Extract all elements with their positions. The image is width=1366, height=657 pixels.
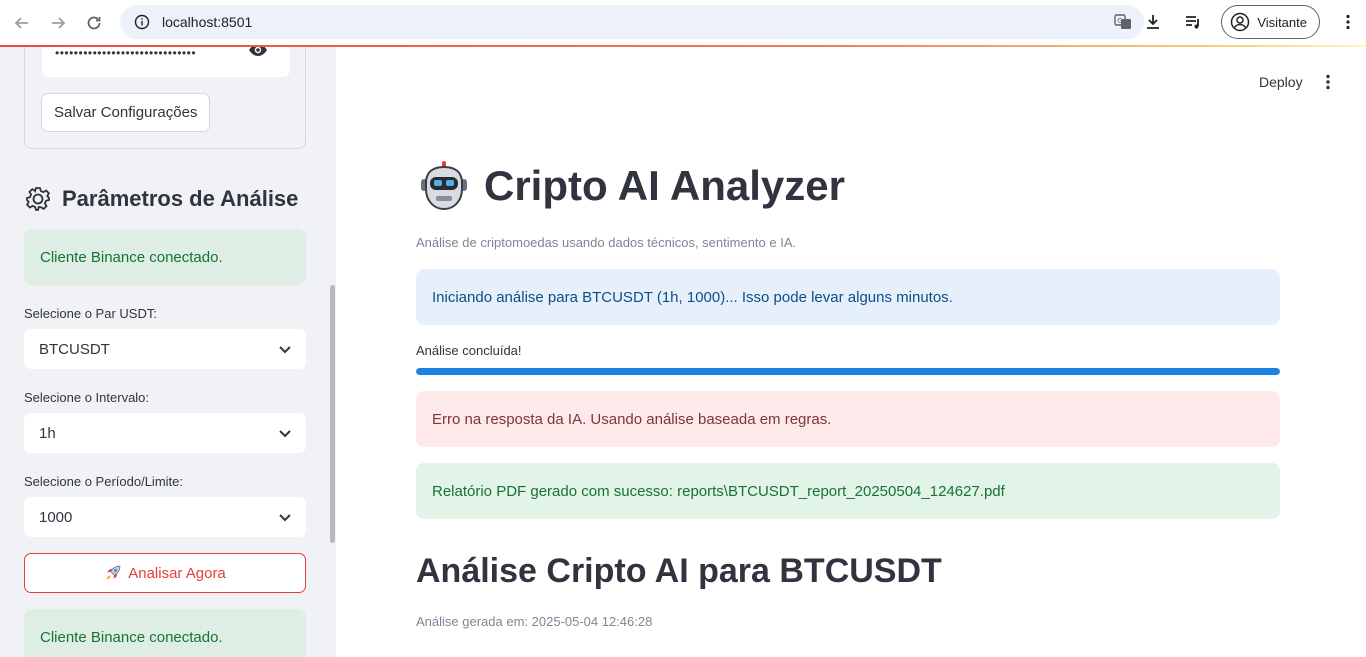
analysis-params-heading: Parâmetros de Análise (24, 185, 298, 213)
section-title: Parâmetros de Análise (62, 186, 299, 211)
interval-value: 1h (39, 424, 56, 442)
progress-label: Análise concluída! (416, 343, 522, 358)
page-title: Cripto AI Analyzer (418, 159, 845, 213)
limit-select[interactable]: 1000 (24, 497, 306, 537)
robot-icon (421, 161, 467, 211)
rocket-icon (106, 565, 121, 580)
app-menu-icon[interactable] (1322, 73, 1334, 96)
limit-value: 1000 (39, 508, 73, 526)
browser-toolbar: localhost:8501 G Visitante (0, 0, 1366, 46)
analyze-now-label: Analisar Agora (128, 564, 226, 582)
reload-button[interactable] (76, 5, 112, 41)
main-content: Deploy Cripto AI Analyzer Análise de cri… (336, 47, 1366, 657)
browser-menu-icon[interactable] (1330, 4, 1366, 40)
download-icon[interactable] (1135, 4, 1171, 40)
forward-button[interactable] (40, 5, 76, 41)
deploy-button[interactable]: Deploy (1259, 74, 1303, 90)
config-form: •••••••••••••••••••••••••••••• Salvar Co… (24, 47, 306, 149)
sidebar-scrollbar[interactable] (330, 285, 335, 543)
progress-fill (416, 368, 1280, 375)
status-alert-bottom: Cliente Binance conectado. (24, 609, 306, 657)
status-alert-top: Cliente Binance conectado. (24, 229, 306, 285)
account-icon (1231, 12, 1250, 32)
limit-label: Selecione o Período/Limite: (24, 474, 183, 489)
translate-icon[interactable]: G (1114, 13, 1132, 36)
show-password-icon[interactable] (248, 47, 268, 62)
pair-value: BTCUSDT (39, 340, 110, 358)
sidebar: •••••••••••••••••••••••••••••• Salvar Co… (0, 47, 336, 657)
error-alert: Erro na resposta da IA. Usando análise b… (416, 391, 1280, 447)
title-text: Cripto AI Analyzer (484, 162, 845, 209)
pair-label: Selecione o Par USDT: (24, 306, 157, 321)
address-bar[interactable]: localhost:8501 G (120, 5, 1144, 39)
page-subtitle: Análise de criptomoedas usando dados téc… (416, 235, 797, 250)
analysis-title: Análise Cripto AI para BTCUSDT (416, 552, 942, 590)
site-info-icon[interactable] (134, 14, 150, 30)
save-settings-button[interactable]: Salvar Configurações (41, 93, 211, 132)
api-secret-field[interactable]: •••••••••••••••••••••••••••••• (42, 47, 290, 77)
progress-bar (416, 368, 1280, 375)
interval-select[interactable]: 1h (24, 413, 306, 453)
chevron-down-icon (278, 426, 292, 444)
generated-timestamp: Análise gerada em: 2025-05-04 12:46:28 (416, 614, 653, 629)
profile-label: Visitante (1257, 14, 1307, 30)
url-text: localhost:8501 (162, 14, 253, 30)
interval-label: Selecione o Intervalo: (24, 390, 150, 405)
success-alert: Relatório PDF gerado com sucesso: report… (416, 463, 1280, 519)
back-button[interactable] (4, 5, 40, 41)
password-mask: •••••••••••••••••••••••••••••• (55, 47, 197, 60)
media-control-icon[interactable] (1175, 4, 1211, 40)
chevron-down-icon (278, 510, 292, 528)
pair-select[interactable]: BTCUSDT (24, 329, 306, 369)
analyze-now-button[interactable]: Analisar Agora (24, 553, 306, 593)
profile-button[interactable]: Visitante (1221, 5, 1320, 39)
svg-text:G: G (1117, 17, 1122, 25)
gear-icon (25, 187, 51, 211)
info-alert: Iniciando análise para BTCUSDT (1h, 1000… (416, 269, 1280, 325)
chevron-down-icon (278, 342, 292, 360)
